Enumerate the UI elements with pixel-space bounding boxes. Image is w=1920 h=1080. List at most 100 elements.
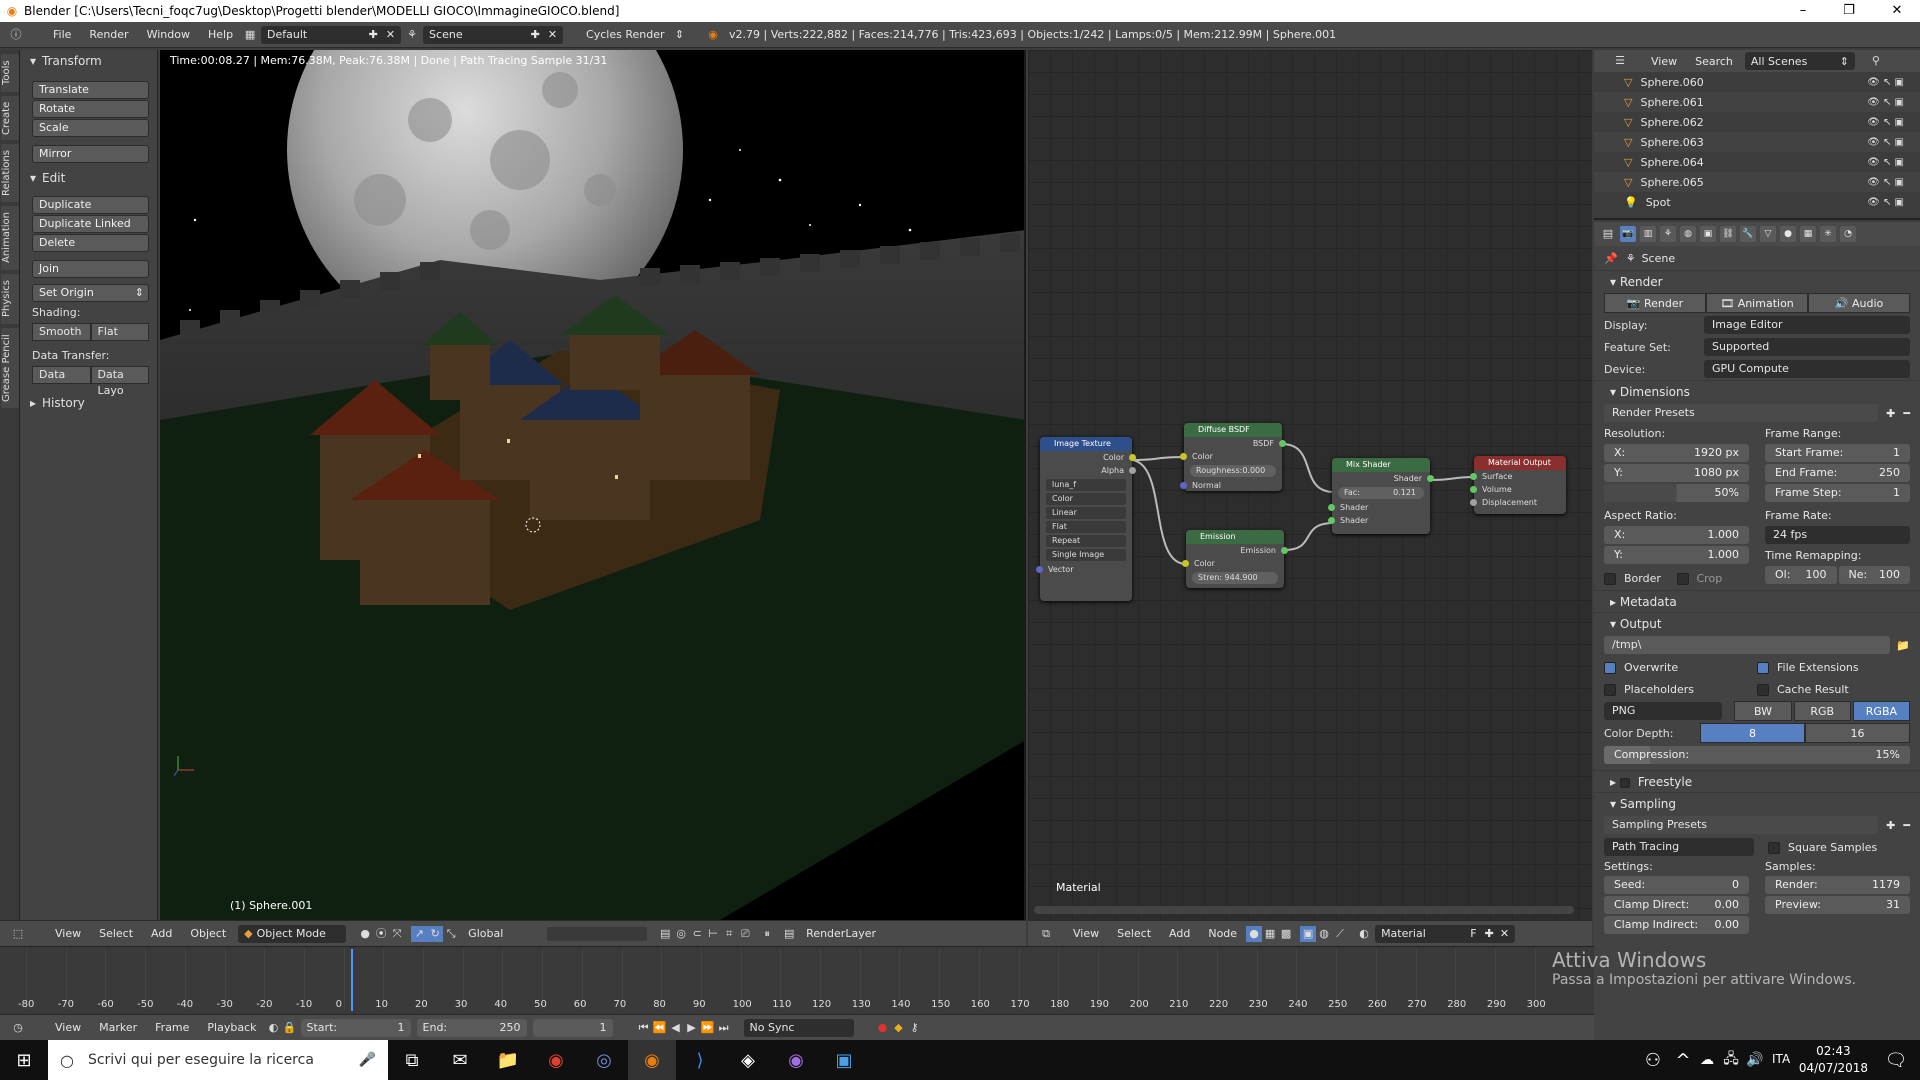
volume-icon[interactable]: 🔊 xyxy=(1742,1040,1768,1080)
outliner-item[interactable]: ▽ Sphere.064 👁 ↖ ▣ xyxy=(1594,152,1920,172)
socket-dot[interactable] xyxy=(1328,504,1335,511)
file-explorer-icon[interactable]: 📁 xyxy=(484,1040,532,1080)
world-shader-icon[interactable]: ◍ xyxy=(1316,926,1332,942)
visibility-icons[interactable]: 👁 ↖ ▣ xyxy=(1867,137,1904,148)
mode-dropdown[interactable]: ◆ Object Mode xyxy=(238,924,347,943)
start-frame-field[interactable]: Start Frame: 1 xyxy=(1765,444,1910,462)
preview-range-icon[interactable]: ◐ xyxy=(266,1020,282,1036)
world-tab-icon[interactable]: ◍ xyxy=(1680,226,1696,242)
sampling-presets-dropdown[interactable]: Sampling Presets xyxy=(1604,816,1879,834)
delete-button[interactable]: Delete xyxy=(32,234,149,252)
outliner-view-menu[interactable]: View xyxy=(1642,55,1686,68)
socket-dot[interactable] xyxy=(1281,547,1288,554)
scene-dropdown[interactable]: Scene ✚ ✕ xyxy=(423,25,564,44)
tab-grease-pencil[interactable]: Grease Pencil xyxy=(1,328,19,408)
preview-samples-field[interactable]: Preview: 31 xyxy=(1765,896,1910,914)
outliner-item[interactable]: ▽ Sphere.065 👁 ↖ ▣ xyxy=(1594,172,1920,192)
menu-file[interactable]: File xyxy=(44,28,80,41)
language-indicator[interactable]: ITA xyxy=(1772,1052,1790,1066)
blender-taskbar-icon[interactable]: ◉ xyxy=(628,1040,676,1080)
node-editor-icon[interactable]: ⧉ xyxy=(1038,926,1054,942)
opengl-animation-icon[interactable]: ⎚ xyxy=(737,926,753,942)
clamp-indirect-field[interactable]: Clamp Indirect: 0.00 xyxy=(1604,916,1749,934)
outliner-item[interactable]: ▽ Sphere.061 👁 ↖ ▣ xyxy=(1594,92,1920,112)
socket-dot[interactable] xyxy=(1129,467,1136,474)
socket-dot[interactable] xyxy=(1180,482,1187,489)
edit-panel-header[interactable]: ▾ Edit xyxy=(20,167,157,189)
socket-dot[interactable] xyxy=(1470,473,1477,480)
remove-preset-icon[interactable]: ━ xyxy=(1903,407,1910,420)
minimize-button[interactable]: – xyxy=(1780,0,1826,22)
node-view-menu[interactable]: View xyxy=(1064,927,1108,940)
add-layout-icon[interactable]: ✚ xyxy=(369,28,378,41)
color-space-dropdown[interactable]: Color xyxy=(1046,493,1126,505)
aspect-y-field[interactable]: Y: 1.000 xyxy=(1604,546,1749,564)
taskbar-search[interactable]: ○ Scrivi qui per eseguire la ricerca 🎤 xyxy=(48,1040,388,1080)
3d-view-editor-icon[interactable]: ⬚ xyxy=(10,926,26,942)
object-tab-icon[interactable]: ▣ xyxy=(1700,226,1716,242)
folder-icon[interactable]: 📁 xyxy=(1896,639,1910,652)
lock-time-icon[interactable]: 🔒 xyxy=(282,1020,298,1036)
compositing-nodes-icon[interactable]: ▩ xyxy=(1278,926,1294,942)
render-tab-icon[interactable]: 📷 xyxy=(1620,226,1636,242)
vscode-icon[interactable]: ⟩ xyxy=(676,1040,724,1080)
layers-tab-icon[interactable]: ▥ xyxy=(1640,226,1656,242)
crop-checkbox[interactable]: Crop xyxy=(1676,568,1750,590)
modifiers-tab-icon[interactable]: 🔧 xyxy=(1740,226,1756,242)
output-path-field[interactable]: /tmp\ xyxy=(1604,636,1891,654)
visibility-icons[interactable]: 👁 ↖ ▣ xyxy=(1867,77,1904,88)
file-format-dropdown[interactable]: PNG xyxy=(1604,702,1723,720)
socket-dot[interactable] xyxy=(1036,566,1043,573)
render-samples-field[interactable]: Render: 1179 xyxy=(1765,876,1910,894)
timeline-editor-icon[interactable]: ◷ xyxy=(10,1020,26,1036)
audio-button[interactable]: 🔊 Audio xyxy=(1808,293,1910,313)
resolution-percent-slider[interactable]: 50% xyxy=(1604,484,1749,502)
screen-layout-dropdown[interactable]: Default ✚ ✕ xyxy=(261,25,402,44)
object-shader-icon[interactable]: ▣ xyxy=(1300,925,1317,942)
resolution-x-field[interactable]: X: 1920 px xyxy=(1604,444,1749,462)
tab-animation[interactable]: Animation xyxy=(1,206,19,270)
clamp-direct-field[interactable]: Clamp Direct: 0.00 xyxy=(1604,896,1749,914)
remove-material-icon[interactable]: ✕ xyxy=(1500,927,1509,940)
socket-dot[interactable] xyxy=(1180,453,1187,460)
material-tab-icon[interactable]: ● xyxy=(1780,226,1796,242)
network-icon[interactable]: 🖧 xyxy=(1718,1040,1744,1080)
overwrite-checkbox[interactable]: Overwrite xyxy=(1604,661,1757,674)
file-extensions-checkbox[interactable]: File Extensions xyxy=(1757,661,1910,674)
material-dropdown[interactable]: Material F ✚ ✕ xyxy=(1375,924,1516,943)
data-tab-icon[interactable]: ▽ xyxy=(1760,226,1776,242)
add-preset-icon[interactable]: ✚ xyxy=(1886,407,1895,420)
physics-tab-icon[interactable]: ◔ xyxy=(1840,226,1856,242)
end-frame-field[interactable]: End: 250 xyxy=(416,1018,527,1037)
duplicate-button[interactable]: Duplicate xyxy=(32,196,149,214)
device-dropdown[interactable]: GPU Compute xyxy=(1704,360,1910,378)
smooth-button[interactable]: Smooth xyxy=(32,323,91,341)
timeline-marker-menu[interactable]: Marker xyxy=(90,1021,146,1034)
node-emission[interactable]: Emission Emission Color Stren: 944.900 xyxy=(1182,530,1288,588)
orientation-dropdown[interactable]: Global xyxy=(462,925,532,943)
translate-manipulator-icon[interactable]: ↗ xyxy=(411,925,428,942)
render-button[interactable]: 📷 Render xyxy=(1604,293,1706,313)
feature-set-dropdown[interactable]: Supported xyxy=(1704,338,1910,356)
join-button[interactable]: Join xyxy=(32,260,149,278)
visibility-icons[interactable]: 👁 ↖ ▣ xyxy=(1867,177,1904,188)
animation-button[interactable]: 🎞 Animation xyxy=(1706,293,1808,313)
compression-slider[interactable]: Compression: 15% xyxy=(1604,746,1910,764)
image-selector[interactable]: luna_f xyxy=(1046,479,1126,491)
notifications-icon[interactable]: 🗨 xyxy=(1872,1040,1920,1080)
socket-dot[interactable] xyxy=(1129,454,1136,461)
jump-keyframe-forward-icon[interactable]: ⏩ xyxy=(700,1020,716,1036)
mail-icon[interactable]: ✉ xyxy=(436,1040,484,1080)
outliner-editor-icon[interactable]: ☰ xyxy=(1612,53,1628,69)
output-section-header[interactable]: ▾ Output xyxy=(1594,612,1920,634)
tab-relations[interactable]: Relations xyxy=(1,144,19,202)
outliner-item[interactable]: ▽ Sphere.062 👁 ↖ ▣ xyxy=(1594,112,1920,132)
fac-field[interactable]: Fac: 0.121 xyxy=(1338,487,1424,499)
flat-button[interactable]: Flat xyxy=(90,323,149,341)
menu-render[interactable]: Render xyxy=(80,28,137,41)
socket-dot[interactable] xyxy=(1182,560,1189,567)
start-frame-field[interactable]: Start: 1 xyxy=(300,1018,411,1037)
interpolation-dropdown[interactable]: Linear xyxy=(1046,507,1126,519)
snap-element-icon[interactable]: ⊢ xyxy=(705,926,721,942)
jump-keyframe-back-icon[interactable]: ⏪ xyxy=(652,1020,668,1036)
